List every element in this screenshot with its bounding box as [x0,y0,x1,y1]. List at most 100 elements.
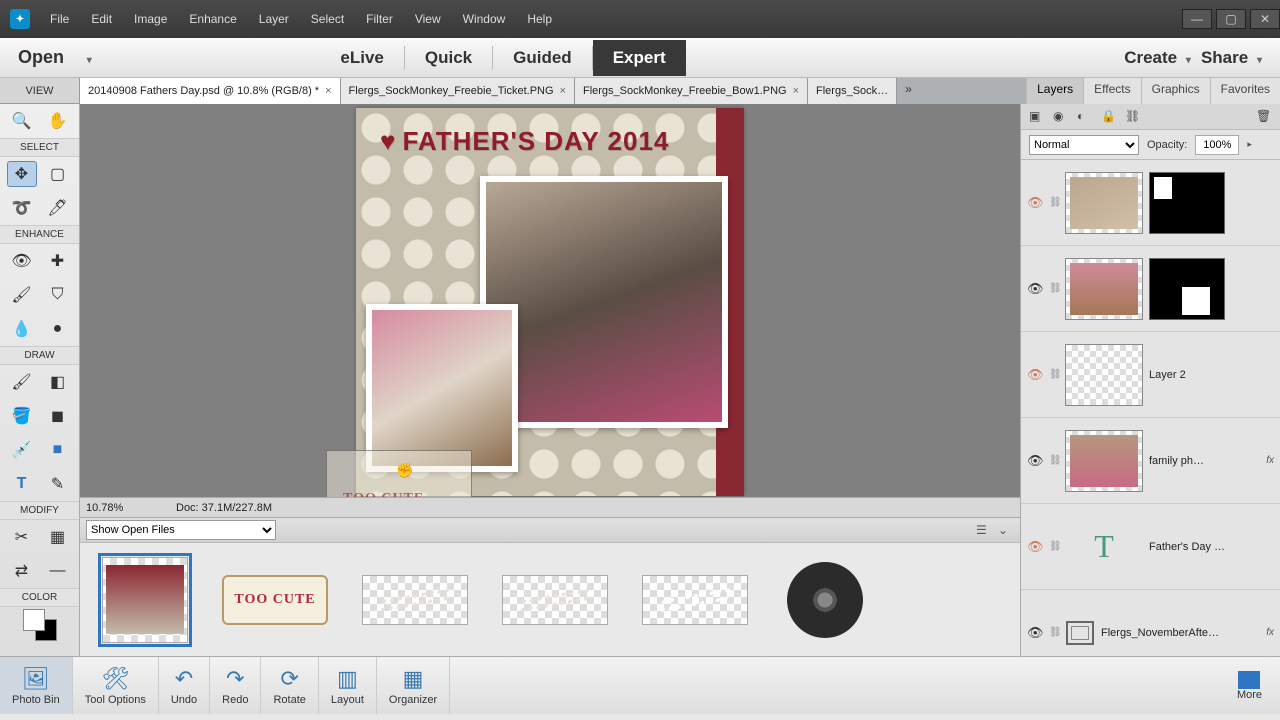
trash-icon[interactable]: 🗑 [1256,109,1272,125]
menu-file[interactable]: File [40,8,79,30]
link-icon[interactable]: ⛓ [1125,109,1141,125]
layer-row[interactable]: 👁⛓ T Father's Day … [1021,504,1280,590]
layer-name[interactable]: Flergs_NovemberAfte… [1101,627,1260,639]
type-tool-icon[interactable]: T [7,471,37,497]
panel-tab-layers[interactable]: Layers [1026,78,1083,104]
mode-expert[interactable]: Expert [593,40,686,76]
clone-tool-icon[interactable]: ⛉ [43,282,73,308]
brush-tool-icon[interactable]: 🖌 [7,369,37,395]
recompose-tool-icon[interactable]: ▦ [43,524,73,550]
eyedropper-tool-icon[interactable]: 💉 [7,437,37,463]
zoom-tool-icon[interactable]: 🔍 [7,108,37,134]
tab-overflow-button[interactable]: » [897,78,920,104]
bin-thumb-2[interactable] [362,575,468,625]
visibility-toggle-icon[interactable]: 👁 [1027,453,1043,469]
lock-icon[interactable]: 🔒 [1101,109,1117,125]
share-button[interactable]: Share [1201,48,1262,68]
hand-tool-icon[interactable]: ✋ [43,108,73,134]
zoom-level[interactable]: 10.78% [86,502,146,514]
menu-image[interactable]: Image [124,8,177,30]
redeye-tool-icon[interactable]: 👁 [7,248,37,274]
menu-filter[interactable]: Filter [356,8,403,30]
pencil-tool-icon[interactable]: ✎ [43,471,73,497]
fx-badge[interactable]: fx [1266,455,1274,466]
fx-badge[interactable]: fx [1266,627,1274,638]
bottombar-rotate[interactable]: ⟳Rotate [261,657,318,714]
layer-mask[interactable] [1149,258,1225,320]
mode-elive[interactable]: eLive [320,40,403,76]
document-canvas[interactable]: ♥FATHER'S DAY 2014 TOO CUTE ✊ [356,108,744,496]
bottombar-photo-bin[interactable]: 🖼Photo Bin [0,657,73,714]
gradient-tool-icon[interactable]: ◼ [43,403,73,429]
menu-help[interactable]: Help [517,8,562,30]
menu-view[interactable]: View [405,8,451,30]
spot-heal-tool-icon[interactable]: ✚ [43,248,73,274]
paint-bucket-tool-icon[interactable]: 🪣 [7,403,37,429]
maximize-button[interactable]: ▢ [1216,9,1246,29]
bin-dropdown[interactable]: Show Open Files [86,520,276,540]
bottombar-layout[interactable]: ▥Layout [319,657,377,714]
canvas-viewport[interactable]: ♥FATHER'S DAY 2014 TOO CUTE ✊ [80,104,1020,497]
close-icon[interactable]: × [793,85,799,97]
lasso-tool-icon[interactable]: ➰ [7,195,37,221]
menu-window[interactable]: Window [453,8,516,30]
adjustment-icon[interactable]: ◐ [1077,109,1093,125]
layer-row[interactable]: 👁⛓ [1021,246,1280,332]
content-move-tool-icon[interactable]: ⇄ [7,558,37,584]
opacity-value[interactable]: 100% [1195,135,1239,155]
layer-row[interactable]: 👁⛓ Flergs_NovemberAfte… fx [1021,590,1280,656]
layer-row[interactable]: 👁⛓ Layer 2 [1021,332,1280,418]
menu-layer[interactable]: Layer [249,8,299,30]
mode-guided[interactable]: Guided [493,40,592,76]
straighten-tool-icon[interactable]: — [43,558,73,584]
visibility-toggle-icon[interactable]: 👁 [1027,539,1043,555]
bin-thumb-1[interactable]: TOO CUTE [222,575,328,625]
create-button[interactable]: Create [1124,48,1191,68]
layer-row[interactable]: 👁⛓ [1021,160,1280,246]
layer-mask[interactable] [1149,172,1225,234]
eraser-tool-icon[interactable]: ◧ [43,369,73,395]
close-button[interactable]: ✕ [1250,9,1280,29]
doc-tab-3[interactable]: Flergs_Sock… [808,78,897,104]
bottombar-more[interactable]: More [1219,671,1280,701]
opacity-flyout-icon[interactable]: ▸ [1247,139,1252,150]
close-icon[interactable]: × [325,85,331,97]
bottombar-tool-options[interactable]: 🛠Tool Options [73,657,159,714]
marquee-tool-icon[interactable]: ▢ [43,161,73,187]
quick-select-tool-icon[interactable]: 🖊 [43,195,73,221]
bin-collapse-icon[interactable]: ⌄ [998,523,1014,537]
layer-name[interactable]: family ph… [1149,455,1260,467]
visibility-toggle-icon[interactable]: 👁 [1027,625,1043,641]
bottombar-organizer[interactable]: ▦Organizer [377,657,450,714]
doc-tab-1[interactable]: Flergs_SockMonkey_Freebie_Ticket.PNG× [341,78,575,104]
sponge-tool-icon[interactable]: ● [43,316,73,342]
color-swatches[interactable] [15,607,65,647]
bin-list-icon[interactable]: ☰ [976,523,992,537]
mode-quick[interactable]: Quick [405,40,492,76]
bin-thumb-4[interactable] [642,575,748,625]
bin-thumb-0[interactable] [102,557,188,643]
close-icon[interactable]: × [560,85,566,97]
crop-tool-icon[interactable]: ✂ [7,524,37,550]
bottombar-redo[interactable]: ↷Redo [210,657,261,714]
visibility-toggle-icon[interactable]: 👁 [1027,367,1043,383]
shape-tool-icon[interactable]: ■ [43,437,73,463]
move-tool-icon[interactable]: ✥ [7,161,37,187]
minimize-button[interactable]: — [1182,9,1212,29]
blend-mode-select[interactable]: Normal [1029,135,1139,155]
new-layer-icon[interactable]: ▣ [1029,109,1045,125]
panel-tab-effects[interactable]: Effects [1083,78,1140,104]
foreground-color[interactable] [23,609,45,631]
menu-enhance[interactable]: Enhance [179,8,246,30]
visibility-toggle-icon[interactable]: 👁 [1027,281,1043,297]
bin-thumb-3[interactable] [502,575,608,625]
panel-tab-graphics[interactable]: Graphics [1141,78,1210,104]
bottombar-undo[interactable]: ↶Undo [159,657,210,714]
blur-tool-icon[interactable]: 💧 [7,316,37,342]
layer-name[interactable]: Layer 2 [1149,369,1274,381]
kids-photo-small[interactable] [366,304,518,472]
doc-tab-0[interactable]: 20140908 Fathers Day.psd @ 10.8% (RGB/8)… [80,78,341,104]
visibility-toggle-icon[interactable]: 👁 [1027,195,1043,211]
new-group-icon[interactable]: ◉ [1053,109,1069,125]
bin-thumb-5[interactable] [782,557,868,643]
